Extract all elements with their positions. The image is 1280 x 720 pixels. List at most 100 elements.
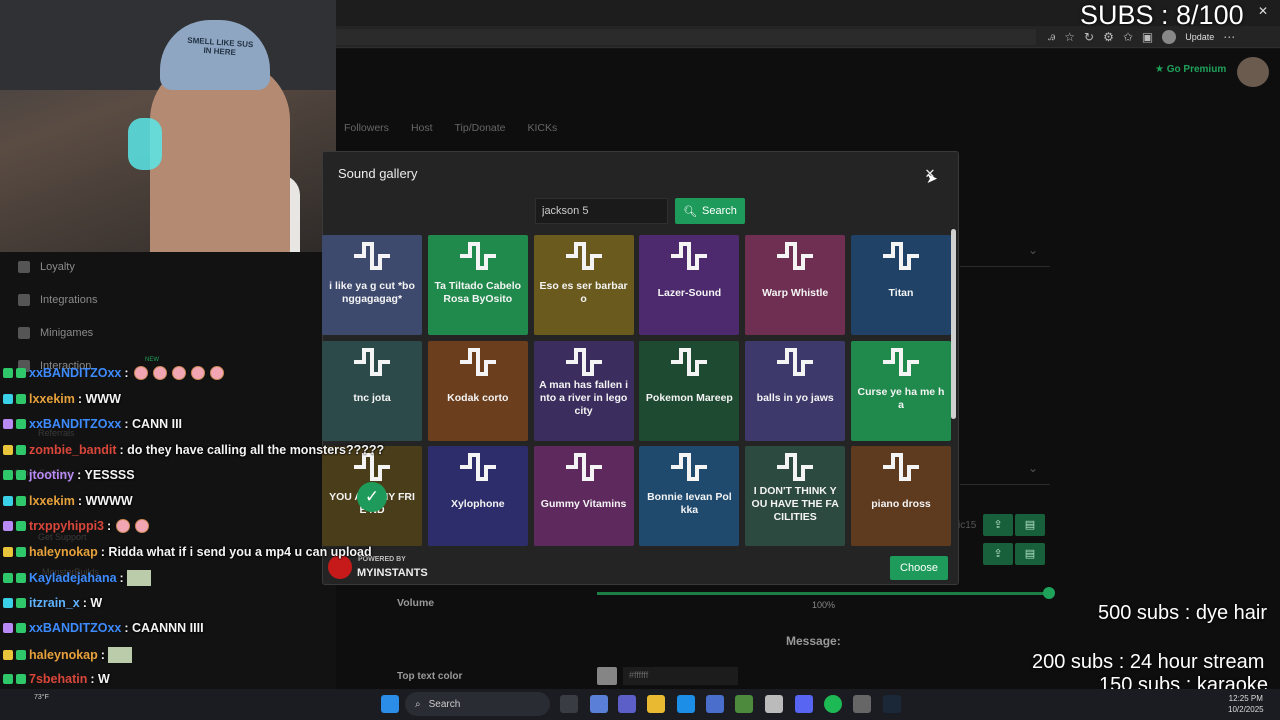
sound-tile[interactable]: balls in yo jaws: [745, 340, 846, 441]
upload-button[interactable]: ⇪: [983, 514, 1013, 536]
collections-icon[interactable]: ▣: [1142, 30, 1153, 44]
chat-username[interactable]: xxBANDITZOxx: [29, 621, 121, 635]
chat-text: :: [119, 571, 124, 585]
chat-username[interactable]: haleynokap: [29, 545, 98, 559]
steam-icon[interactable]: [883, 695, 901, 713]
subscriber-badge-icon: [16, 368, 26, 378]
sound-tile[interactable]: Curse ye ha me h a: [851, 340, 951, 441]
discord-icon[interactable]: [795, 695, 813, 713]
go-premium-label: Go Premium: [1166, 64, 1227, 75]
sound-tile[interactable]: Ta Tiltado Cabelo Rosa ByOsito: [427, 235, 528, 335]
gallery-button-2[interactable]: ▤: [1015, 543, 1045, 565]
top-text-color-input[interactable]: #ffffff: [623, 667, 738, 685]
choose-button[interactable]: Choose: [890, 556, 948, 580]
sidebar-item-minigames[interactable]: Minigames: [18, 327, 93, 339]
upload-button-2[interactable]: ⇪: [983, 543, 1013, 565]
favorite-star-icon[interactable]: ☆: [1064, 30, 1075, 44]
chat-message: haleynokap: Ridda what if i send you a m…: [3, 545, 372, 559]
chat-text: : WWWW: [77, 494, 133, 508]
store-icon[interactable]: [706, 695, 724, 713]
sound-wave-icon: [564, 452, 604, 482]
copilot-icon[interactable]: [590, 695, 608, 713]
sound-tile[interactable]: Eso es ser barbar o: [533, 235, 634, 335]
color-swatch[interactable]: [597, 667, 617, 685]
refresh-icon[interactable]: ↻: [1084, 30, 1094, 44]
close-icon[interactable]: ✕: [1258, 4, 1268, 18]
app-icon[interactable]: [765, 695, 783, 713]
top-text-color-label: Top text color: [397, 671, 463, 682]
gallery-button[interactable]: ▤: [1015, 514, 1045, 536]
sidebar-item-integrations[interactable]: Integrations: [18, 294, 97, 306]
windows-start-icon[interactable]: [381, 695, 399, 713]
chat-username[interactable]: 7sbehatin: [29, 672, 87, 686]
tab-tip-donate[interactable]: Tip/Donate: [447, 118, 514, 138]
sound-tile[interactable]: Xylophone: [427, 446, 528, 546]
sound-tile[interactable]: Pokemon Mareep: [639, 340, 740, 441]
sound-tile[interactable]: piano dross: [851, 446, 951, 546]
chat-username[interactable]: xxBANDITZOxx: [29, 417, 121, 431]
background-select-1[interactable]: ⌄: [960, 243, 1050, 267]
chat-username[interactable]: lxxekim: [29, 392, 75, 406]
chat-username[interactable]: jtootiny: [29, 468, 74, 482]
sound-tile[interactable]: I DON'T THINK Y OU HAVE THE FA CILITIES: [745, 446, 846, 546]
sound-tile[interactable]: Bonnie Ievan Pol kka: [639, 446, 740, 546]
subscriber-badge-icon: [16, 623, 26, 633]
teams-icon[interactable]: [618, 695, 636, 713]
sound-search-input[interactable]: [535, 198, 668, 224]
favorites-icon[interactable]: ✩: [1123, 30, 1133, 44]
chat-username[interactable]: xxBANDITZOxx: [29, 366, 121, 380]
sound-tile[interactable]: tnc jota: [322, 340, 422, 441]
spotify-icon[interactable]: [824, 695, 842, 713]
sound-tile-label: piano dross: [871, 497, 931, 510]
chat-username[interactable]: itzrain_x: [29, 596, 80, 610]
obs-icon[interactable]: [853, 695, 871, 713]
sound-tile[interactable]: Titan: [851, 235, 951, 335]
user-avatar[interactable]: [1237, 57, 1269, 87]
update-button[interactable]: Update: [1185, 32, 1214, 42]
sound-tile[interactable]: i like ya g cut *bo nggagagag*: [322, 235, 422, 335]
volume-slider-handle[interactable]: [1043, 587, 1055, 599]
volume-slider-track[interactable]: [597, 592, 1049, 595]
chat-username[interactable]: zombie_bandit: [29, 443, 117, 457]
taskbar-clock[interactable]: 12:25 PM 10/2/2025: [1228, 693, 1264, 715]
minecraft-icon[interactable]: [735, 695, 753, 713]
tab-followers[interactable]: Followers: [336, 118, 397, 138]
tab-host[interactable]: Host: [403, 118, 441, 138]
taskbar-search[interactable]: ⌕ Search: [405, 692, 550, 716]
subscriber-badge-icon: [16, 445, 26, 455]
sound-wave-icon: [775, 452, 815, 482]
chat-username[interactable]: haleynokap: [29, 648, 98, 662]
extensions-icon[interactable]: ⚙: [1103, 30, 1114, 44]
address-bar[interactable]: [336, 29, 1036, 45]
profile-avatar[interactable]: [1162, 29, 1177, 44]
chat-badge-icon: [3, 394, 13, 404]
sidebar-item-loyalty[interactable]: Loyalty: [18, 261, 75, 273]
sound-wave-icon: [775, 347, 815, 377]
mouse-cursor-icon: ➤: [926, 170, 938, 186]
chat-message: itzrain_x: W: [3, 596, 102, 610]
background-select-2[interactable]: ⌄: [960, 461, 1050, 485]
chat-username[interactable]: Kayladejahana: [29, 571, 117, 585]
read-aloud-icon[interactable]: ꭿ: [1048, 29, 1055, 44]
search-button[interactable]: 🔍︎ Search: [675, 198, 745, 224]
weather-widget[interactable]: 73°F: [34, 694, 49, 701]
chat-username[interactable]: lxxekim: [29, 494, 75, 508]
sound-tile[interactable]: Lazer-Sound: [639, 235, 740, 335]
file-explorer-icon[interactable]: [647, 695, 665, 713]
chat-message: haleynokap:: [3, 647, 132, 663]
sound-tile[interactable]: Warp Whistle: [745, 235, 846, 335]
more-menu-icon[interactable]: ⋯: [1223, 30, 1235, 44]
sidebar-item-get-support[interactable]: Get Support: [38, 532, 87, 542]
go-premium-link[interactable]: ★ Go Premium: [1155, 64, 1226, 75]
sound-tile[interactable]: Gummy Vitamins: [533, 446, 634, 546]
task-view-icon[interactable]: [560, 695, 578, 713]
chat-badge-icon: [3, 368, 13, 378]
sound-tile[interactable]: A man has fallen i nto a river in lego c…: [533, 340, 634, 441]
sound-tile-label: Kodak corto: [447, 392, 509, 404]
tab-kicks[interactable]: KICKs: [520, 118, 566, 138]
edge-icon[interactable]: [677, 695, 695, 713]
sound-tile[interactable]: Kodak corto: [427, 340, 528, 441]
subscriber-badge-icon: [16, 521, 26, 531]
chat-username[interactable]: trxppyhippi3: [29, 519, 104, 533]
scrollbar[interactable]: [951, 229, 956, 419]
